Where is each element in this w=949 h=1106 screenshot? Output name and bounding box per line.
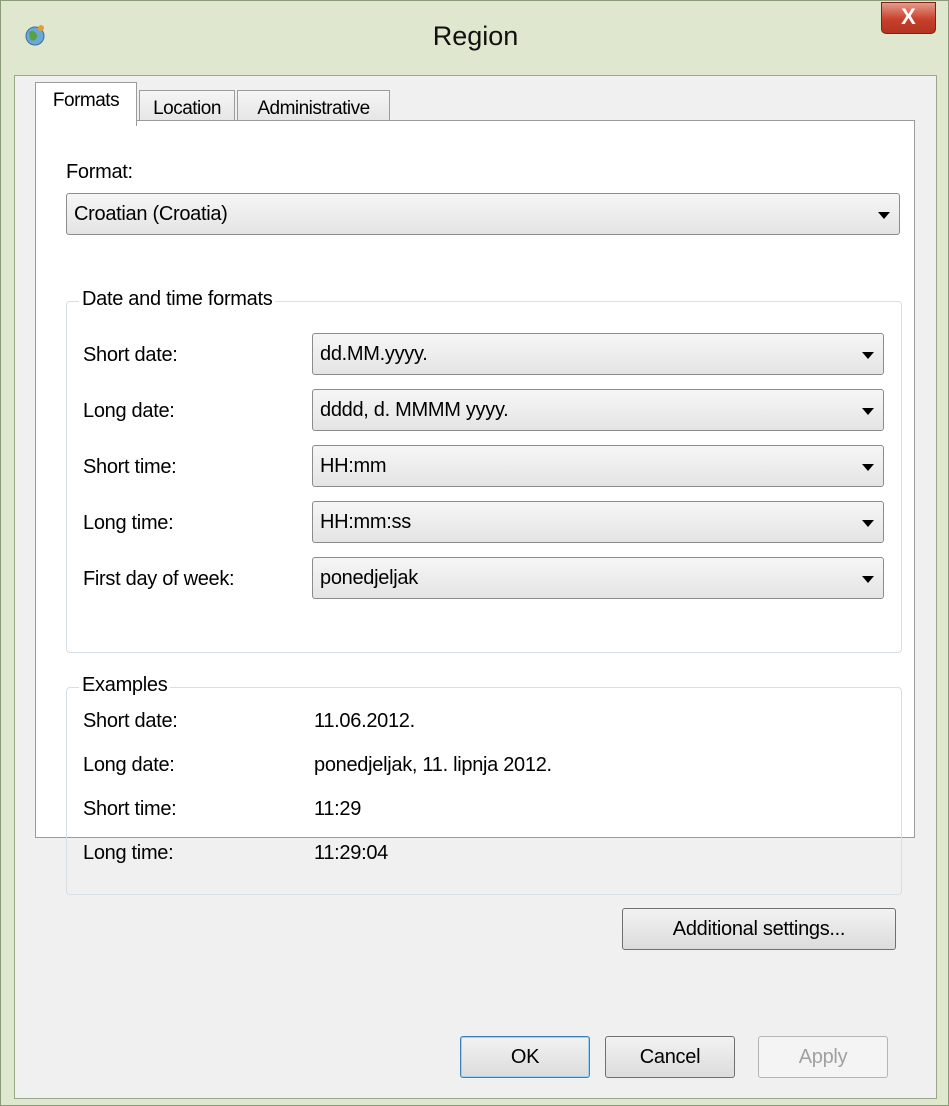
examples-title: Examples: [79, 674, 171, 697]
chevron-down-icon: [862, 520, 874, 527]
example-short-date-label: Short date:: [83, 710, 178, 732]
chevron-down-icon: [862, 576, 874, 583]
short-time-value: HH:mm: [320, 455, 387, 477]
short-time-dropdown[interactable]: HH:mm: [312, 445, 884, 487]
example-short-time-value: 11:29: [314, 798, 362, 820]
long-date-label: Long date:: [83, 400, 175, 422]
date-time-formats-group: Date and time formats Short date: dd.MM.…: [66, 288, 902, 653]
short-date-dropdown[interactable]: dd.MM.yyyy.: [312, 333, 884, 375]
short-time-label: Short time:: [83, 456, 177, 478]
formats-tab-panel: Format: Croatian (Croatia) Date and time…: [35, 120, 915, 895]
window-title: Region: [432, 21, 519, 51]
ok-button[interactable]: OK: [460, 1036, 590, 1078]
apply-button[interactable]: Apply: [758, 1036, 888, 1078]
tab-formats-label: Formats: [52, 90, 120, 111]
chevron-down-icon: [878, 212, 890, 219]
close-button[interactable]: X: [881, 2, 936, 34]
first-day-of-week-value: ponedjeljak: [320, 567, 418, 589]
tab-administrative-label: Administrative: [257, 98, 370, 119]
tab-location-label: Location: [153, 98, 221, 119]
long-time-label: Long time:: [83, 512, 174, 534]
format-dropdown[interactable]: Croatian (Croatia): [66, 193, 900, 235]
short-date-label: Short date:: [83, 344, 178, 366]
cancel-button[interactable]: Cancel: [605, 1036, 735, 1078]
short-date-value: dd.MM.yyyy.: [320, 343, 428, 365]
example-long-date-label: Long date:: [83, 754, 175, 776]
first-day-of-week-label: First day of week:: [83, 568, 235, 590]
format-dropdown-value: Croatian (Croatia): [74, 203, 228, 225]
examples-group: Examples Short date: 11.06.2012. Long da…: [66, 674, 902, 895]
tab-formats[interactable]: Formats: [35, 82, 137, 126]
long-date-dropdown[interactable]: dddd, d. MMMM yyyy.: [312, 389, 884, 431]
long-time-value: HH:mm:ss: [320, 511, 411, 533]
long-time-dropdown[interactable]: HH:mm:ss: [312, 501, 884, 543]
date-time-formats-title: Date and time formats: [79, 288, 276, 311]
long-date-value: dddd, d. MMMM yyyy.: [320, 399, 509, 421]
chevron-down-icon: [862, 464, 874, 471]
example-short-date-value: 11.06.2012.: [314, 710, 415, 732]
example-long-time-label: Long time:: [83, 842, 174, 864]
first-day-of-week-dropdown[interactable]: ponedjeljak: [312, 557, 884, 599]
title-bar[interactable]: Region X: [1, 1, 949, 83]
example-short-time-label: Short time:: [83, 798, 177, 820]
example-long-date-value: ponedjeljak, 11. lipnja 2012.: [314, 754, 552, 776]
chevron-down-icon: [862, 408, 874, 415]
additional-settings-button[interactable]: Additional settings...: [622, 908, 896, 950]
chevron-down-icon: [862, 352, 874, 359]
format-label: Format:: [66, 161, 133, 183]
example-long-time-value: 11:29:04: [314, 842, 388, 864]
